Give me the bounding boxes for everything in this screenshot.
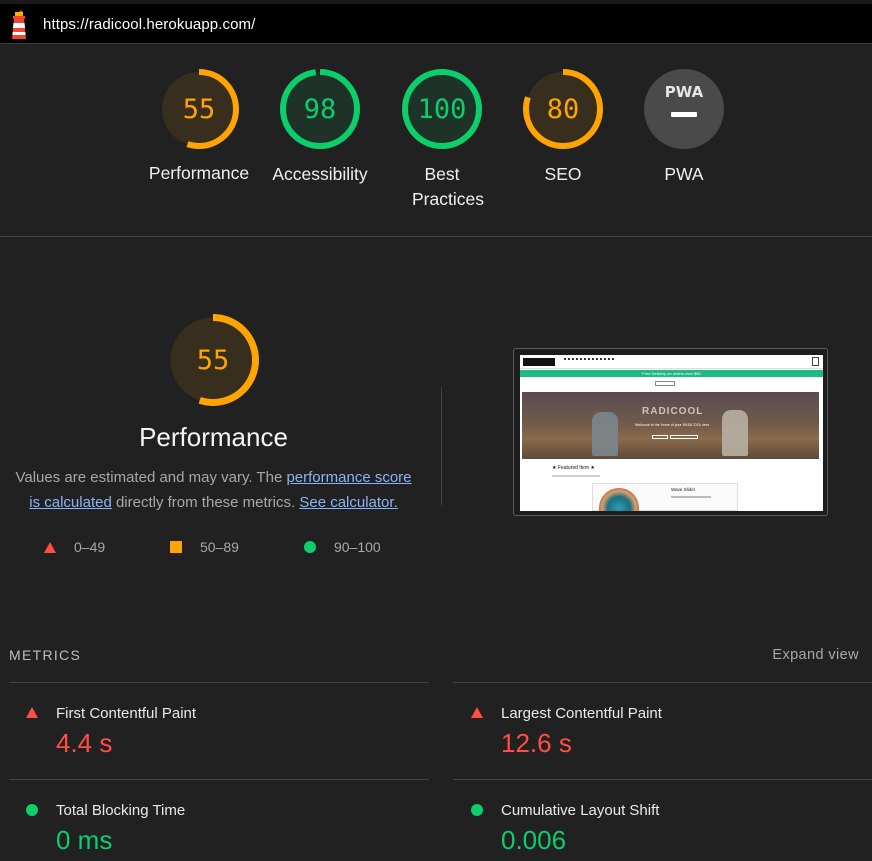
metric-cumulative-layout-shift: Cumulative Layout Shift 0.006 [454,780,872,861]
see-calculator-link[interactable]: See calculator. [299,494,397,511]
best-practices-gauge[interactable]: 100 [402,69,482,149]
preview-featured-heading: ★ Featured Item ★ [552,465,595,471]
performance-title: Performance [139,422,288,452]
pwa-badge-icon: PWA [644,69,724,149]
preview-hero-button-1 [652,435,668,439]
red-triangle-icon [471,707,483,718]
performance-description: Values are estimated and may vary. The p… [8,465,419,515]
metric-total-blocking-time: Total Blocking Time 0 ms [9,780,429,861]
performance-score: 55 [182,93,216,125]
red-triangle-icon [26,707,38,718]
screenshot-page: Free Delivery on orders over $50 RADICOO… [520,355,823,511]
accessibility-score: 98 [303,93,337,125]
preview-hero-subtitle: Welcome to the home of your RADICOOL tee… [634,423,710,427]
pwa-gauge[interactable]: PWA [644,69,724,149]
legend-fail-range: 0–49 [74,539,106,555]
preview-logo [523,358,555,366]
page-url[interactable]: https://radicool.herokuapp.com/ [43,16,255,33]
section-divider [0,236,872,237]
metric-value: 4.4 s [56,728,113,758]
preview-product-image [599,488,639,511]
green-circle-icon [471,804,483,816]
best-practices-label[interactable]: Best Practices [382,162,502,212]
metric-value: 0 ms [56,825,113,855]
accessibility-label[interactable]: Accessibility [260,162,380,187]
preview-product-name: Wave Slider [671,487,696,492]
metric-first-contentful-paint: First Contentful Paint 4.4 s [9,683,429,779]
preview-hero-button-2 [670,435,698,439]
legend-fail: 0–49 [44,539,105,555]
preview-person-right [722,410,748,456]
performance-detail-score: 55 [196,344,230,376]
green-circle-icon [304,541,316,553]
preview-banner: Free Delivery on orders over $50 [520,370,823,377]
red-triangle-icon [44,541,56,553]
metric-label: First Contentful Paint [56,705,197,722]
preview-hero: RADICOOL Welcome to the home of your RAD… [522,392,819,459]
preview-navbar [520,355,823,369]
preview-cart-icon [812,357,819,366]
preview-search [655,381,675,386]
seo-score: 80 [546,93,580,125]
preview-product-card: Wave Slider [592,483,738,511]
expand-view-toggle[interactable]: Expand view [772,647,859,663]
preview-nav-icons [564,358,614,360]
legend-pass: 90–100 [304,539,381,555]
performance-gauge[interactable]: 55 [159,69,239,149]
best-practices-score: 100 [417,93,467,125]
lighthouse-icon [12,10,26,39]
legend-pass-range: 90–100 [334,539,381,555]
metric-label: Largest Contentful Paint [501,705,662,722]
legend-average: 50–89 [170,539,239,555]
preview-featured-line [552,475,600,477]
preview-hero-title: RADICOOL [642,406,704,417]
metric-label: Total Blocking Time [56,802,186,819]
preview-product-text-line [671,496,711,498]
pwa-label[interactable]: PWA [624,162,744,187]
pwa-badge-text: PWA [665,83,704,101]
metrics-heading: METRICS [9,647,82,663]
final-screenshot[interactable]: Free Delivery on orders over $50 RADICOO… [513,348,828,516]
vertical-divider [441,387,442,505]
description-text-1: Values are estimated and may vary. The [15,469,287,486]
description-text-2: directly from these metrics. [111,494,300,511]
performance-label[interactable]: Performance [139,161,259,186]
seo-gauge[interactable]: 80 [523,69,603,149]
orange-square-icon [170,541,182,553]
metric-label: Cumulative Layout Shift [501,802,660,819]
legend-average-range: 50–89 [200,539,239,555]
performance-detail-gauge: 55 [167,314,259,406]
browser-topbar: https://radicool.herokuapp.com/ [0,0,872,44]
green-circle-icon [26,804,38,816]
accessibility-gauge[interactable]: 98 [280,69,360,149]
metric-value: 0.006 [501,825,567,855]
metric-value: 12.6 s [501,728,572,758]
seo-label[interactable]: SEO [503,162,623,187]
preview-person-left [592,412,618,456]
preview-featured-text: Featured Item [557,465,590,471]
metric-largest-contentful-paint: Largest Contentful Paint 12.6 s [454,683,872,779]
